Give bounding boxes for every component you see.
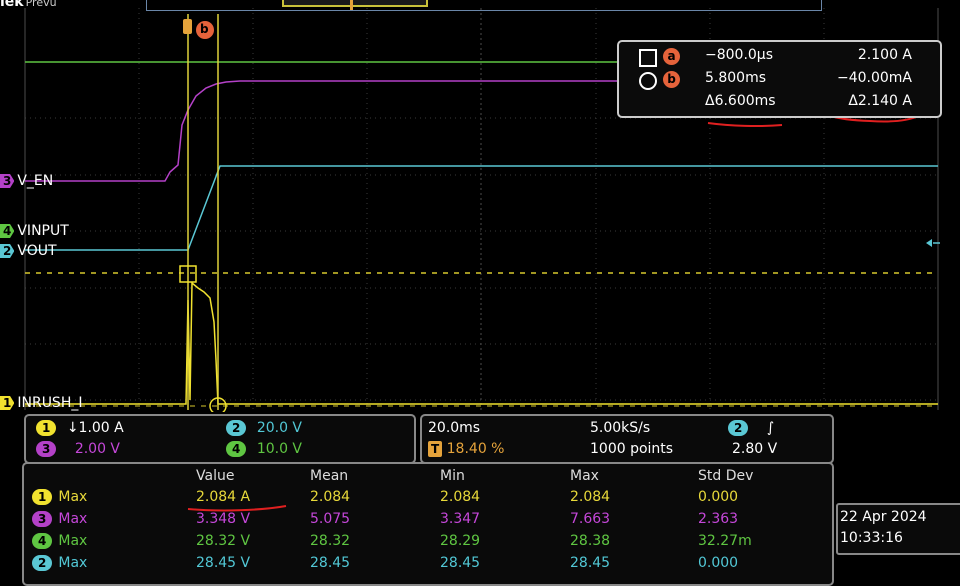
ch4-scale-setting[interactable]: 4 10.0 V xyxy=(226,441,302,457)
cursor-delta-value: Δ2.140 A xyxy=(848,93,912,109)
ch4-label[interactable]: 4 VINPUT xyxy=(0,223,69,239)
trigger-position-value: 18.40 % xyxy=(446,441,505,457)
ch3-scale-setting[interactable]: 3 2.00 V xyxy=(36,441,120,457)
ch1-scale-setting[interactable]: 1 ↓1.00 A xyxy=(36,420,124,436)
ch1-chip: 1 xyxy=(36,420,57,436)
cursor-a-time: −800.0µs xyxy=(705,47,774,63)
date: 22 Apr 2024 xyxy=(840,509,927,525)
cursor-b-time: 5.800ms xyxy=(705,70,767,86)
time-per-div: 20.0ms xyxy=(428,420,481,436)
annotation-underline xyxy=(707,122,783,128)
vertical-settings-panel[interactable]: 1 ↓1.00 A 2 20.0 V 3 2.00 V 4 10.0 V xyxy=(24,414,416,464)
ch3-name: V_EN xyxy=(17,173,54,189)
trigger-ch-chip: 2 xyxy=(728,420,749,436)
cursor-a-value: 2.100 A xyxy=(857,47,912,63)
ch2-scale: 20.0 V xyxy=(256,420,303,436)
trigger-level: 2.80 V xyxy=(732,441,778,457)
cursor-b-row: b 5.800ms −40.00mA xyxy=(619,69,940,91)
sample-rate: 5.00kS/s xyxy=(590,420,651,436)
date-time-display: 22 Apr 2024 10:33:16 xyxy=(836,503,960,555)
annotation-value-underline xyxy=(187,505,287,512)
ch4-name: VINPUT xyxy=(17,223,69,239)
cursor-delta-time: Δ6.600ms xyxy=(705,93,776,109)
ch4-number: 4 xyxy=(0,224,15,238)
trigger-t-marker xyxy=(183,19,192,34)
ch1-scale: ↓1.00 A xyxy=(66,420,124,436)
cursor-a-badge: a xyxy=(663,48,680,65)
cursor-a-row: a −800.0µs 2.100 A xyxy=(619,46,940,68)
time: 10:33:16 xyxy=(840,530,903,546)
horizontal-trigger-panel[interactable]: 20.0ms 5.00kS/s T 18.40 % 1000 points 2 … xyxy=(420,414,834,464)
cursor-delta-row: Δ6.600ms Δ2.140 A xyxy=(619,92,940,114)
square-cursor-icon xyxy=(639,49,657,67)
ch4-chip: 4 xyxy=(226,441,247,457)
ch1-label[interactable]: 1 INRUSH_I xyxy=(0,395,82,411)
ch2-chip: 2 xyxy=(226,420,247,436)
ch3-chip: 3 xyxy=(36,441,57,457)
trigger-position: T 18.40 % xyxy=(428,441,504,457)
record-length: 1000 points xyxy=(590,441,674,457)
cursor-b-badge: b xyxy=(663,71,680,88)
cursor-b-value: −40.00mA xyxy=(836,70,912,86)
ch2-number: 2 xyxy=(0,244,15,258)
ch4-scale: 10.0 V xyxy=(256,441,303,457)
ch3-number: 3 xyxy=(0,174,15,188)
ch1-name: INRUSH_I xyxy=(17,395,83,411)
trigger-level-arrow xyxy=(926,239,932,247)
ch2-label[interactable]: 2 VOUT xyxy=(0,243,57,259)
trigger-slope-icon: ∫ xyxy=(766,420,775,436)
ch2-name: VOUT xyxy=(17,243,57,259)
cursor-b-badge-label: b xyxy=(200,22,209,36)
circle-cursor-icon xyxy=(639,72,657,90)
ch2-scale-setting[interactable]: 2 20.0 V xyxy=(226,420,302,436)
trigger-t-icon: T xyxy=(428,441,443,457)
measurements-table[interactable]: Value Mean Min Max Std Dev 1 Max 2.084 A … xyxy=(22,462,834,586)
cursor-readout[interactable]: a −800.0µs 2.100 A b 5.800ms −40.00mA Δ6… xyxy=(617,40,942,118)
ch1-number: 1 xyxy=(0,396,15,410)
trigger-source[interactable]: 2 ∫ xyxy=(728,420,774,436)
ch3-scale: 2.00 V xyxy=(74,441,121,457)
ch3-label[interactable]: 3 V_EN xyxy=(0,173,53,189)
